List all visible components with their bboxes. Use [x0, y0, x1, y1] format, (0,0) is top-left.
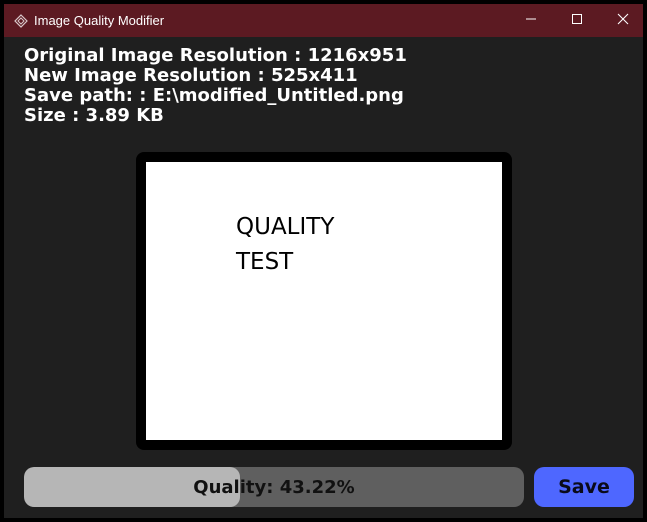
maximize-icon — [571, 12, 583, 30]
image-preview: QUALITY TEST — [146, 162, 502, 440]
quality-label: Quality: 43.22% — [193, 476, 355, 498]
maximize-button[interactable] — [554, 4, 600, 37]
image-preview-frame: QUALITY TEST — [136, 152, 512, 450]
file-size-text: Size : 3.89 KB — [24, 105, 164, 126]
app-window: Image Quality Modifier Original Image Re… — [0, 0, 647, 522]
save-button[interactable]: Save — [534, 467, 634, 507]
close-icon — [617, 12, 629, 30]
title-bar[interactable]: Image Quality Modifier — [4, 4, 643, 37]
original-resolution-text: Original Image Resolution : 1216x951 — [24, 45, 407, 66]
close-button[interactable] — [600, 4, 646, 37]
minimize-button[interactable] — [508, 4, 554, 37]
minimize-icon — [525, 12, 537, 30]
image-info: Original Image Resolution : 1216x951 New… — [24, 46, 407, 126]
diamond-icon — [14, 14, 28, 28]
window-title: Image Quality Modifier — [34, 13, 165, 28]
preview-line-1: QUALITY — [236, 214, 335, 240]
quality-slider[interactable]: Quality: 43.22% — [24, 467, 524, 507]
preview-image-text: QUALITY TEST — [236, 210, 334, 280]
save-path-text: Save path: : E:\modified_Untitled.png — [24, 85, 404, 106]
preview-line-2: TEST — [236, 249, 294, 275]
new-resolution-text: New Image Resolution : 525x411 — [24, 65, 358, 86]
